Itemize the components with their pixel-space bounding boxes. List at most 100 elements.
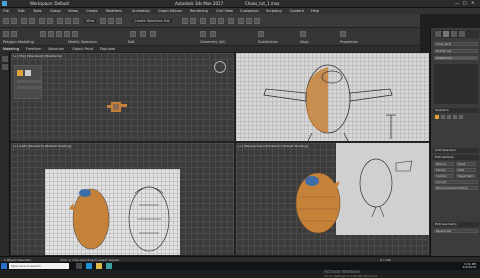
color-swatch[interactable]	[17, 70, 23, 76]
scene-explorer-icon[interactable]	[2, 56, 8, 62]
menu-rendering[interactable]: Rendering	[190, 9, 208, 13]
border-mode-icon[interactable]	[56, 31, 62, 37]
link-icon[interactable]	[21, 18, 27, 24]
percent-snap-icon[interactable]	[116, 18, 122, 24]
unlink-icon[interactable]	[29, 18, 35, 24]
render-icon[interactable]	[254, 18, 260, 24]
element-subobject-icon[interactable]	[459, 115, 463, 119]
viewcube-icon[interactable]	[214, 61, 226, 73]
menu-file[interactable]: File	[3, 9, 9, 13]
remove-button[interactable]: Remove	[434, 162, 454, 166]
chamfer-button[interactable]: Chamfer	[434, 174, 454, 178]
minimize-icon[interactable]: —	[455, 1, 459, 6]
create-tab-icon[interactable]	[435, 31, 441, 37]
render-frame-icon[interactable]	[246, 18, 252, 24]
viewport-front[interactable]	[235, 52, 430, 142]
stack-item-editable-poly[interactable]: Editable Poly	[434, 56, 478, 60]
menu-tools[interactable]: Tools	[33, 9, 42, 13]
tab-selection[interactable]: Selection	[48, 47, 64, 51]
layer-explorer-icon[interactable]	[2, 64, 8, 70]
menu-create[interactable]: Create	[86, 9, 98, 13]
menu-group[interactable]: Group	[50, 9, 61, 13]
target-weld-button[interactable]: Target Weld	[456, 174, 476, 178]
task-view-icon[interactable]	[76, 263, 82, 269]
workspace-label[interactable]: Workspace: Default	[30, 1, 69, 6]
viewport-left[interactable]: [+] [Left] [Standard] [Default Shading]	[10, 142, 235, 256]
menu-graph-editors[interactable]: Graph Editors	[158, 9, 182, 13]
redo-icon[interactable]	[11, 18, 17, 24]
viewport-persp-label[interactable]: [+] [Perspective] [Standard] [Default Sh…	[238, 144, 308, 148]
viewport-left-label[interactable]: [+] [Left] [Standard] [Default Shading]	[13, 144, 71, 148]
layer-icon[interactable]	[200, 18, 206, 24]
panel-slider[interactable]	[17, 80, 41, 83]
element-mode-icon[interactable]	[72, 31, 78, 37]
relax-icon[interactable]	[200, 31, 206, 37]
rotate-icon[interactable]	[65, 18, 71, 24]
graphite-icon[interactable]	[3, 31, 9, 37]
tab-modeling[interactable]: Modeling	[3, 47, 19, 51]
hard-icon[interactable]	[340, 31, 346, 37]
menu-help[interactable]: Help	[311, 9, 319, 13]
rollout-edit-vertices[interactable]: Edit Vertices	[433, 155, 479, 160]
object-name-field[interactable]: Chaos_Body	[434, 42, 478, 46]
taskbar-clock[interactable]: 3:31 PM 2/2/2018	[463, 263, 476, 269]
material-editor-icon[interactable]	[228, 18, 234, 24]
create-icon[interactable]	[210, 31, 216, 37]
modify-tab-icon[interactable]	[443, 31, 449, 37]
tab-freeform[interactable]: Freeform	[26, 47, 42, 51]
viewport-top-label[interactable]: [+] [Top] [Standard] [Wireframe]	[13, 54, 62, 58]
menu-views[interactable]: Views	[68, 9, 78, 13]
rollout-selection[interactable]: Selection	[433, 108, 479, 113]
vertex-subobject-icon[interactable]	[435, 115, 439, 119]
view-dropdown[interactable]: View	[84, 19, 97, 23]
mirror-icon[interactable]	[182, 18, 188, 24]
modifier-list-dropdown[interactable]: Modifier List	[434, 49, 478, 53]
swatch-white[interactable]	[25, 70, 31, 76]
make-planar-icon[interactable]	[300, 31, 306, 37]
vertex-mode-icon[interactable]	[40, 31, 46, 37]
menu-scripting[interactable]: Scripting	[266, 9, 282, 13]
viewport-top[interactable]: [+] [Top] [Standard] [Wireframe]	[10, 52, 235, 142]
menu-edit[interactable]: Edit	[18, 9, 25, 13]
quickslice-icon[interactable]	[140, 31, 146, 37]
edge-browser-icon[interactable]	[86, 263, 92, 269]
polygon-subobject-icon[interactable]	[453, 115, 457, 119]
maximize-icon[interactable]: □	[463, 0, 467, 5]
menu-content[interactable]: Content	[290, 9, 304, 13]
menu-modifiers[interactable]: Modifiers	[106, 9, 122, 13]
select-icon[interactable]	[39, 18, 45, 24]
motion-tab-icon[interactable]	[459, 31, 465, 37]
border-subobject-icon[interactable]	[447, 115, 451, 119]
weld-button[interactable]: Weld	[456, 168, 476, 172]
close-icon[interactable]: ✕	[471, 0, 474, 5]
polygon-mode-icon[interactable]	[64, 31, 70, 37]
rollout-soft-selection[interactable]: Soft Selection	[433, 148, 479, 153]
repeat-icon[interactable]	[130, 31, 136, 37]
undo-icon[interactable]	[3, 18, 9, 24]
windows-start-icon[interactable]	[1, 263, 7, 269]
tab-populate[interactable]: Populate	[100, 47, 115, 51]
select-by-name-icon[interactable]	[47, 18, 53, 24]
rollout-edit-geometry[interactable]: Edit Geometry	[433, 222, 479, 227]
snap-icon[interactable]	[100, 18, 106, 24]
panel-slider-2[interactable]	[17, 86, 41, 89]
angle-snap-icon[interactable]	[108, 18, 114, 24]
tab-object-paint[interactable]: Object Paint	[72, 47, 93, 51]
extrude-button[interactable]: Extrude	[434, 168, 454, 172]
hierarchy-tab-icon[interactable]	[451, 31, 457, 37]
repeat-last-button[interactable]: Repeat Last	[434, 229, 478, 233]
render-setup-icon[interactable]	[238, 18, 244, 24]
taskbar-search-input[interactable]: Type here to search	[9, 263, 69, 269]
viewport-perspective[interactable]: [+] [Perspective] [Standard] [Default Sh…	[235, 142, 430, 256]
edge-mode-icon[interactable]	[48, 31, 54, 37]
schematic-icon[interactable]	[218, 18, 224, 24]
swiftloop-icon[interactable]	[150, 31, 156, 37]
selection-set-dropdown[interactable]: Create Selection Set	[132, 19, 172, 23]
curve-editor-icon[interactable]	[210, 18, 216, 24]
edit-poly-icon[interactable]	[11, 31, 17, 37]
meshsmooth-icon[interactable]	[258, 31, 264, 37]
menu-civil-view[interactable]: Civil View	[216, 9, 233, 13]
connect-button[interactable]: Connect	[434, 180, 478, 184]
remove-isolated-button[interactable]: Remove Isolated Vertices	[434, 186, 478, 190]
break-button[interactable]: Break	[456, 162, 476, 166]
